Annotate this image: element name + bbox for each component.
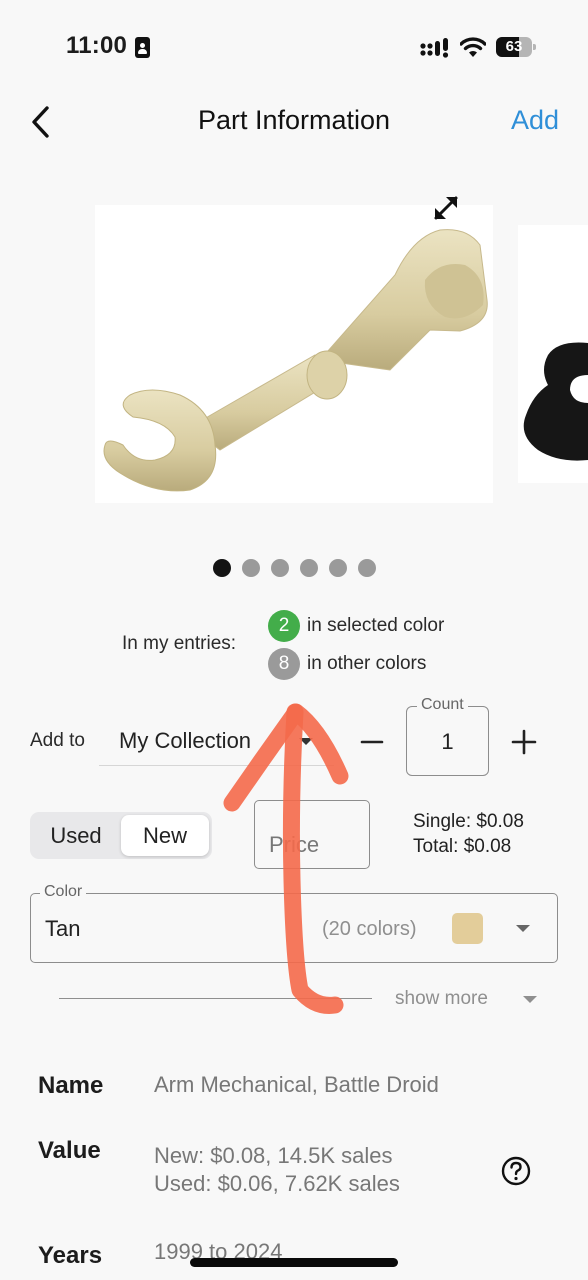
entries-selected-color: 2 in selected color [268,610,444,642]
collection-dropdown[interactable]: My Collection [99,718,334,766]
carousel-dot[interactable] [357,559,376,577]
carousel-dot[interactable] [299,559,318,577]
battery-icon: 63 [496,37,536,57]
value-used: Used: $0.06, 7.62K sales [154,1171,400,1196]
value-new: New: $0.08, 14.5K sales [154,1143,393,1168]
color-swatch [452,913,483,944]
next-part-image[interactable] [518,225,588,483]
carousel-dot[interactable] [328,559,347,577]
total-price: Total: $0.08 [413,836,512,857]
count-label: Count [417,696,468,714]
page-title: Part Information [197,105,391,135]
entries-label: In my entries: [122,633,237,654]
color-count: (20 colors) [322,918,417,940]
add-to-label: Add to [30,730,85,751]
part-image-black [523,342,588,461]
dropdown-caret-icon [299,738,313,745]
home-indicator [190,1258,398,1267]
price-input[interactable] [254,800,370,869]
part-image[interactable] [95,205,493,503]
expand-arrows-icon[interactable] [430,192,462,224]
chevron-down-icon[interactable] [523,996,537,1003]
condition-used-option[interactable]: Used [30,812,122,859]
name-value: Arm Mechanical, Battle Droid [154,1072,439,1097]
years-label: Years [38,1242,103,1269]
cellular-signal-icon [420,38,449,58]
single-price: Single: $0.08 [413,811,524,832]
plus-icon[interactable] [509,722,539,762]
minus-icon[interactable] [358,722,386,762]
wifi-icon [460,37,486,57]
battery-percent: 63 [505,38,523,55]
count-value: 1 [441,729,454,754]
condition-new-option[interactable]: New [121,815,209,856]
color-label: Color [40,883,87,901]
carousel-dot[interactable] [270,559,289,577]
selected-color-count-badge: 2 [268,610,300,642]
question-circle-icon[interactable] [500,1155,532,1187]
part-image-arm [103,229,488,492]
carousel-dot[interactable] [241,559,260,577]
dropdown-caret-icon [516,925,530,932]
status-time: 11:00 [66,32,128,59]
selected-color-text: in selected color [307,615,445,636]
carousel-dot[interactable] [212,559,231,577]
color-dropdown[interactable]: Color Tan (20 colors) [30,883,558,963]
value-label: Value [38,1137,101,1164]
collection-value: My Collection [119,728,252,753]
entries-other-colors: 8 in other colors [268,648,426,680]
id-badge-icon [135,37,150,58]
color-value: Tan [45,916,81,941]
count-field[interactable]: Count 1 [406,696,489,776]
name-label: Name [38,1072,104,1099]
carousel-pager [0,559,588,577]
condition-segmented-control: Used New [30,812,212,859]
divider [59,998,372,999]
add-button[interactable]: Add [511,105,559,136]
show-more-button[interactable]: show more [395,988,488,1010]
other-colors-count-badge: 8 [268,648,300,680]
other-colors-text: in other colors [307,653,427,674]
